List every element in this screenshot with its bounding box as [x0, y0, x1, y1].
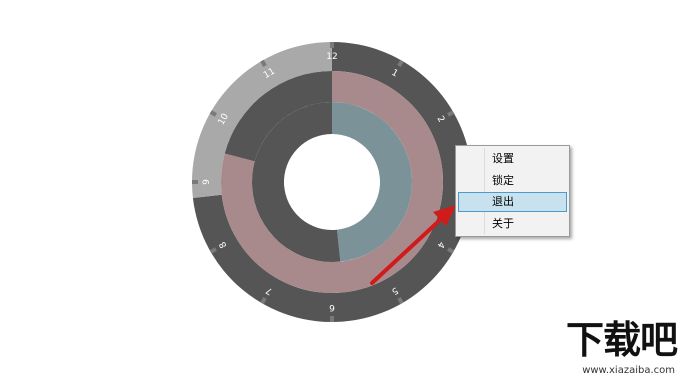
hour-tick: [209, 247, 217, 254]
hour-tick: [260, 297, 267, 305]
hour-label: 6: [329, 302, 335, 312]
watermark-url: www.xiazaiba.com: [582, 365, 675, 376]
menu-item-about[interactable]: 关于: [458, 214, 567, 234]
hour-tick: [397, 59, 404, 67]
hour-tick: [260, 59, 267, 67]
menu-item-lock[interactable]: 锁定: [458, 171, 567, 191]
desktop-stage: 121234567891011 08:47:29 设置 锁定 退出 关于 下载吧…: [0, 0, 683, 378]
watermark-logo-text: 下载吧: [565, 318, 678, 362]
context-menu: 设置 锁定 退出 关于: [455, 145, 570, 237]
hour-tick: [209, 110, 217, 117]
hour-tick: [397, 297, 404, 305]
menu-item-exit[interactable]: 退出: [458, 192, 567, 212]
menu-item-settings[interactable]: 设置: [458, 149, 567, 169]
hour-label: 12: [326, 52, 337, 62]
hour-label: 9: [202, 179, 212, 185]
site-watermark: 下载吧 www.xiazaiba.com: [537, 318, 678, 376]
hour-tick: [447, 247, 455, 254]
digital-time-display: 08:47:29: [283, 172, 382, 197]
hour-tick: [447, 110, 455, 117]
